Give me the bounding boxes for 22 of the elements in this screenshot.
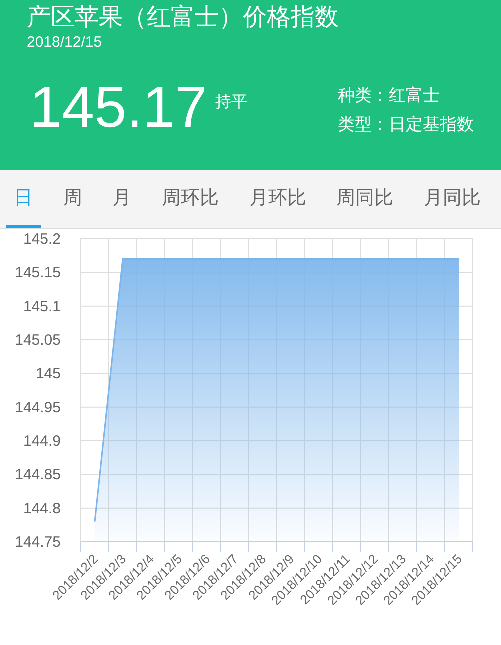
period-tab[interactable]: 月 <box>104 170 140 228</box>
info-text: 类型：日定基指数 <box>338 114 474 137</box>
y-axis-label: 145 <box>36 366 61 383</box>
y-axis-label: 144.85 <box>15 466 61 484</box>
date-label: 2018/12/15 <box>27 33 104 53</box>
period-tab[interactable]: 周环比 <box>154 170 227 228</box>
y-axis-label: 144.9 <box>23 433 61 450</box>
y-axis-label: 145.05 <box>15 332 61 349</box>
info-text: 种类：红富士 <box>338 85 441 108</box>
page-title: 产区苹果（红富士）价格指数 <box>27 2 340 32</box>
y-axis-label: 144.8 <box>23 500 61 518</box>
period-tab[interactable]: 周同比 <box>328 170 402 228</box>
index-value: 145.17 <box>30 78 208 138</box>
y-axis-label: 145.2 <box>23 231 61 248</box>
trend-label: 持平 <box>215 92 248 113</box>
y-axis-label: 145.15 <box>15 264 61 282</box>
period-tab[interactable]: 周 <box>55 170 90 228</box>
y-axis-label: 144.95 <box>15 399 61 416</box>
period-tab[interactable]: 月同比 <box>416 170 489 228</box>
y-axis-label: 145.1 <box>23 298 61 316</box>
y-axis-label: 144.75 <box>15 534 61 551</box>
period-tab[interactable]: 月环比 <box>241 170 314 228</box>
